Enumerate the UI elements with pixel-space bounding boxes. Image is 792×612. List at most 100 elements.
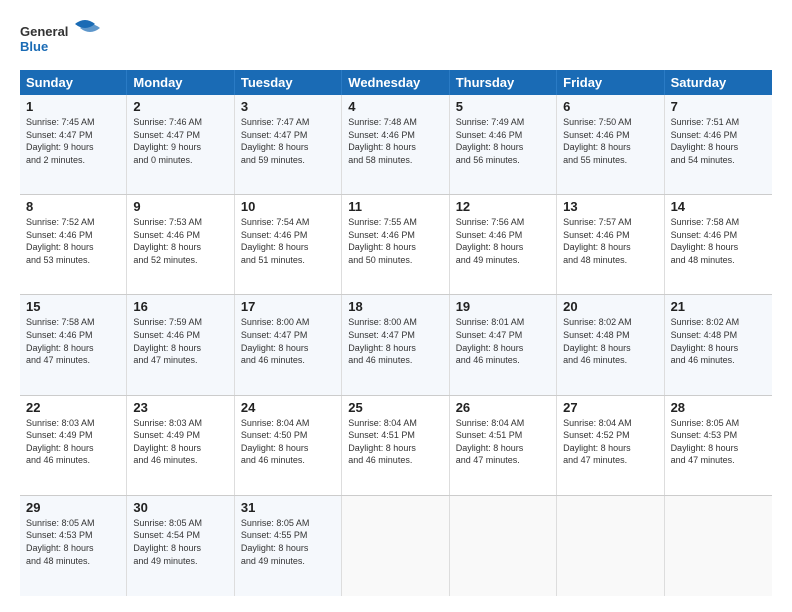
weekday-header-monday: Monday	[127, 70, 234, 95]
day-info: Sunrise: 8:05 AM Sunset: 4:55 PM Dayligh…	[241, 517, 335, 567]
day-cell-29: 29Sunrise: 8:05 AM Sunset: 4:53 PM Dayli…	[20, 496, 127, 596]
weekday-header-tuesday: Tuesday	[235, 70, 342, 95]
day-info: Sunrise: 7:48 AM Sunset: 4:46 PM Dayligh…	[348, 116, 442, 166]
day-number: 30	[133, 500, 227, 515]
weekday-header-sunday: Sunday	[20, 70, 127, 95]
day-info: Sunrise: 7:51 AM Sunset: 4:46 PM Dayligh…	[671, 116, 766, 166]
day-info: Sunrise: 7:58 AM Sunset: 4:46 PM Dayligh…	[26, 316, 120, 366]
day-number: 20	[563, 299, 657, 314]
svg-text:Blue: Blue	[20, 39, 48, 54]
day-info: Sunrise: 7:54 AM Sunset: 4:46 PM Dayligh…	[241, 216, 335, 266]
header: General Blue	[20, 16, 772, 60]
day-cell-17: 17 Sunrise: 8:00 AM Sunset: 4:47 PM Dayli…	[235, 295, 342, 394]
day-number: 16	[133, 299, 227, 314]
day-number: 27	[563, 400, 657, 415]
day-number: 4	[348, 99, 442, 114]
day-cell-6: 6 Sunrise: 7:50 AM Sunset: 4:46 PM Daylig…	[557, 95, 664, 194]
day-number: 7	[671, 99, 766, 114]
day-info: Sunrise: 7:57 AM Sunset: 4:46 PM Dayligh…	[563, 216, 657, 266]
day-info: Sunrise: 8:03 AM Sunset: 4:49 PM Dayligh…	[26, 417, 120, 467]
day-cell-8: 8 Sunrise: 7:52 AM Sunset: 4:46 PM Daylig…	[20, 195, 127, 294]
weekday-header-saturday: Saturday	[665, 70, 772, 95]
week-row-1: 1 Sunrise: 7:45 AM Sunset: 4:47 PM Daylig…	[20, 95, 772, 195]
day-number: 31	[241, 500, 335, 515]
day-info: Sunrise: 7:52 AM Sunset: 4:46 PM Dayligh…	[26, 216, 120, 266]
day-cell-13: 13 Sunrise: 7:57 AM Sunset: 4:46 PM Dayli…	[557, 195, 664, 294]
day-info: Sunrise: 7:46 AM Sunset: 4:47 PM Dayligh…	[133, 116, 227, 166]
day-info: Sunrise: 8:01 AM Sunset: 4:47 PM Dayligh…	[456, 316, 550, 366]
day-number: 13	[563, 199, 657, 214]
svg-text:General: General	[20, 24, 68, 39]
day-info: Sunrise: 8:05 AM Sunset: 4:53 PM Dayligh…	[671, 417, 766, 467]
day-number: 14	[671, 199, 766, 214]
day-cell-31: 31 Sunrise: 8:05 AM Sunset: 4:55 PM Dayli…	[235, 496, 342, 596]
week-row-2: 8 Sunrise: 7:52 AM Sunset: 4:46 PM Daylig…	[20, 195, 772, 295]
day-number: 22	[26, 400, 120, 415]
calendar-body: 1 Sunrise: 7:45 AM Sunset: 4:47 PM Daylig…	[20, 95, 772, 596]
empty-cell	[665, 496, 772, 596]
day-cell-24: 24 Sunrise: 8:04 AM Sunset: 4:50 PM Dayli…	[235, 396, 342, 495]
day-number: 24	[241, 400, 335, 415]
day-cell-18: 18Sunrise: 8:00 AM Sunset: 4:47 PM Dayli…	[342, 295, 449, 394]
day-info: Sunrise: 8:00 AM Sunset: 4:47 PM Dayligh…	[241, 316, 335, 366]
day-cell-15: 15 Sunrise: 7:58 AM Sunset: 4:46 PM Dayli…	[20, 295, 127, 394]
day-number: 26	[456, 400, 550, 415]
day-number: 19	[456, 299, 550, 314]
day-info: Sunrise: 7:47 AM Sunset: 4:47 PM Dayligh…	[241, 116, 335, 166]
empty-cell	[342, 496, 449, 596]
day-info: Sunrise: 8:02 AM Sunset: 4:48 PM Dayligh…	[563, 316, 657, 366]
weekday-header-friday: Friday	[557, 70, 664, 95]
day-info: Sunrise: 8:04 AM Sunset: 4:51 PM Dayligh…	[456, 417, 550, 467]
day-cell-2: 2 Sunrise: 7:46 AM Sunset: 4:47 PM Daylig…	[127, 95, 234, 194]
weekday-header-wednesday: Wednesday	[342, 70, 449, 95]
week-row-3: 15 Sunrise: 7:58 AM Sunset: 4:46 PM Dayli…	[20, 295, 772, 395]
day-info: Sunrise: 8:02 AM Sunset: 4:48 PM Dayligh…	[671, 316, 766, 366]
day-number: 17	[241, 299, 335, 314]
day-cell-22: 22 Sunrise: 8:03 AM Sunset: 4:49 PM Dayli…	[20, 396, 127, 495]
day-cell-26: 26 Sunrise: 8:04 AM Sunset: 4:51 PM Dayli…	[450, 396, 557, 495]
day-number: 2	[133, 99, 227, 114]
day-info: Sunrise: 7:59 AM Sunset: 4:46 PM Dayligh…	[133, 316, 227, 366]
day-info: Sunrise: 8:03 AM Sunset: 4:49 PM Dayligh…	[133, 417, 227, 467]
day-cell-28: 28 Sunrise: 8:05 AM Sunset: 4:53 PM Dayli…	[665, 396, 772, 495]
day-number: 21	[671, 299, 766, 314]
day-cell-20: 20 Sunrise: 8:02 AM Sunset: 4:48 PM Dayli…	[557, 295, 664, 394]
day-cell-27: 27 Sunrise: 8:04 AM Sunset: 4:52 PM Dayli…	[557, 396, 664, 495]
empty-cell	[450, 496, 557, 596]
logo-svg: General Blue	[20, 16, 110, 60]
day-number: 28	[671, 400, 766, 415]
day-info: Sunrise: 7:56 AM Sunset: 4:46 PM Dayligh…	[456, 216, 550, 266]
day-info: Sunrise: 8:04 AM Sunset: 4:50 PM Dayligh…	[241, 417, 335, 467]
day-cell-11: 11Sunrise: 7:55 AM Sunset: 4:46 PM Dayli…	[342, 195, 449, 294]
day-info: Sunrise: 7:49 AM Sunset: 4:46 PM Dayligh…	[456, 116, 550, 166]
day-info: Sunrise: 8:00 AM Sunset: 4:47 PM Dayligh…	[348, 316, 442, 366]
day-info: Sunrise: 7:45 AM Sunset: 4:47 PM Dayligh…	[26, 116, 120, 166]
day-number: 10	[241, 199, 335, 214]
day-cell-19: 19 Sunrise: 8:01 AM Sunset: 4:47 PM Dayli…	[450, 295, 557, 394]
day-number: 1	[26, 99, 120, 114]
day-info: Sunrise: 8:04 AM Sunset: 4:51 PM Dayligh…	[348, 417, 442, 467]
day-info: Sunrise: 7:53 AM Sunset: 4:46 PM Dayligh…	[133, 216, 227, 266]
day-info: Sunrise: 7:58 AM Sunset: 4:46 PM Dayligh…	[671, 216, 766, 266]
day-cell-16: 16 Sunrise: 7:59 AM Sunset: 4:46 PM Dayli…	[127, 295, 234, 394]
day-number: 6	[563, 99, 657, 114]
calendar-header: SundayMondayTuesdayWednesdayThursdayFrid…	[20, 70, 772, 95]
day-cell-14: 14 Sunrise: 7:58 AM Sunset: 4:46 PM Dayli…	[665, 195, 772, 294]
day-info: Sunrise: 8:05 AM Sunset: 4:54 PM Dayligh…	[133, 517, 227, 567]
day-info: Sunrise: 8:04 AM Sunset: 4:52 PM Dayligh…	[563, 417, 657, 467]
day-number: 8	[26, 199, 120, 214]
day-info: Sunrise: 7:50 AM Sunset: 4:46 PM Dayligh…	[563, 116, 657, 166]
logo: General Blue	[20, 16, 110, 60]
day-number: 5	[456, 99, 550, 114]
empty-cell	[557, 496, 664, 596]
day-number: 29	[26, 500, 120, 515]
day-cell-25: 25 Sunrise: 8:04 AM Sunset: 4:51 PM Dayli…	[342, 396, 449, 495]
day-cell-5: 5 Sunrise: 7:49 AM Sunset: 4:46 PM Daylig…	[450, 95, 557, 194]
day-cell-10: 10 Sunrise: 7:54 AM Sunset: 4:46 PM Dayli…	[235, 195, 342, 294]
day-number: 9	[133, 199, 227, 214]
day-number: 25	[348, 400, 442, 415]
day-number: 15	[26, 299, 120, 314]
day-cell-30: 30 Sunrise: 8:05 AM Sunset: 4:54 PM Dayli…	[127, 496, 234, 596]
week-row-5: 29Sunrise: 8:05 AM Sunset: 4:53 PM Dayli…	[20, 496, 772, 596]
page: General Blue SundayMondayTuesdayWednesda…	[0, 0, 792, 612]
